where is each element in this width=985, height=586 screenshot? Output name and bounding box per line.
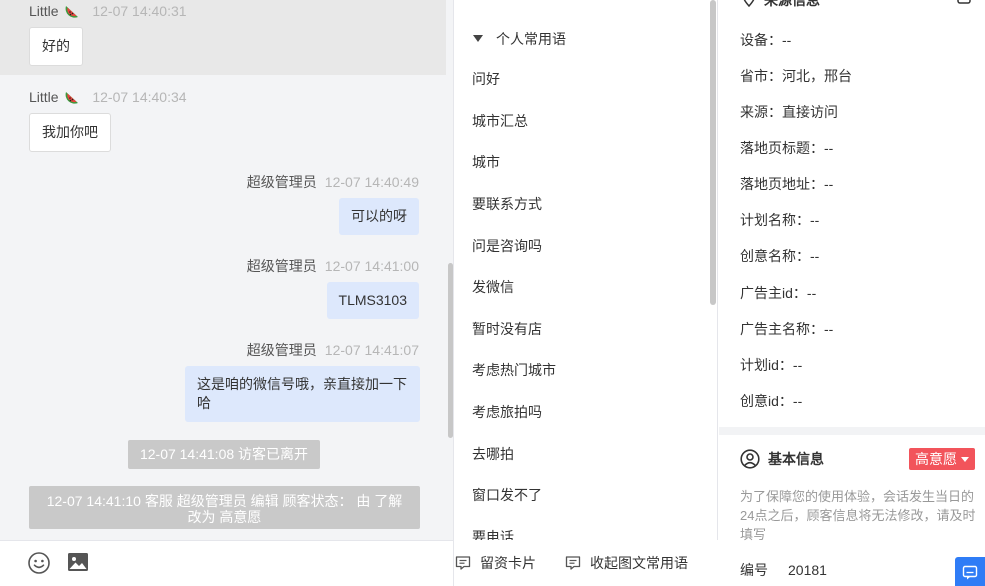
collapse-phrases-button[interactable]: 收起图文常用语 xyxy=(565,554,688,572)
phrase-item[interactable]: 去哪拍 xyxy=(472,445,514,463)
edit-icon[interactable] xyxy=(957,0,971,4)
info-row-device: 设备：-- xyxy=(740,32,792,48)
agent-message-bubble: TLMS3103 xyxy=(326,282,419,319)
phrase-item[interactable]: 考虑热门城市 xyxy=(472,361,556,379)
phrases-scrollbar-thumb[interactable] xyxy=(710,0,716,305)
chat-toolbar xyxy=(0,540,453,586)
chat-panel: Little 12-07 14:40:31 好的 Little 12-07 14… xyxy=(0,0,454,586)
info-row-plan-id: 计划id：-- xyxy=(740,357,803,373)
customer-info-panel: 来源信息 设备：-- 省市：河北，邢台 来源：直接访问 落地页标题：-- 落地页… xyxy=(719,0,985,586)
system-message: 12-07 14:41:10 客服 超级管理员 编辑 顾客状态： 由 了解改为 … xyxy=(29,486,420,529)
message-meta: 超级管理员 12-07 14:40:49 xyxy=(247,174,419,190)
visitor-message-bubble: 我加你吧 xyxy=(29,113,111,152)
phrase-item[interactable]: 城市 xyxy=(472,153,500,171)
info-row-creative-name: 创意名称：-- xyxy=(740,248,820,264)
caret-down-icon xyxy=(961,457,969,462)
phrase-item[interactable]: 要电话 xyxy=(472,528,514,540)
info-row-region: 省市：河北，邢台 xyxy=(740,68,852,84)
intent-status-dropdown[interactable]: 高意愿 xyxy=(909,448,975,470)
sender-name: 超级管理员 xyxy=(246,342,317,358)
sender-name: 超级管理员 xyxy=(246,258,317,274)
quick-phrases-panel: 个人常用语 问好 城市汇总 城市 要联系方式 问是咨询吗 发微信 暂时没有店 考… xyxy=(455,0,718,540)
emoji-icon[interactable] xyxy=(27,551,51,575)
message-meta: 超级管理员 12-07 14:41:07 xyxy=(247,342,419,358)
sender-name: Little xyxy=(29,3,59,19)
agent-message-bubble: 可以的呀 xyxy=(339,198,419,235)
phrase-item[interactable]: 发微信 xyxy=(472,278,514,296)
message-card-icon xyxy=(455,556,471,570)
basic-info-header: 基本信息 xyxy=(740,449,824,469)
location-pin-icon xyxy=(743,0,755,8)
user-icon xyxy=(740,449,760,469)
chat-scrollbar-thumb[interactable] xyxy=(448,263,453,438)
lead-card-button[interactable]: 留资卡片 xyxy=(455,554,536,572)
collapse-phrases-label: 收起图文常用语 xyxy=(590,555,688,571)
message-card-icon xyxy=(565,556,581,570)
image-icon[interactable] xyxy=(66,550,90,574)
chat-bubble-icon xyxy=(962,565,978,580)
info-row-source: 来源：直接访问 xyxy=(740,104,838,120)
message-time: 12-07 14:41:00 xyxy=(324,258,419,274)
edit-notice: 为了保障您的使用体验，会话发生当日的24点之后，顾客信息将无法修改，请及时填写 xyxy=(740,489,976,542)
floating-chat-button[interactable] xyxy=(955,557,985,586)
customer-id-row: 编号 20181 xyxy=(740,561,827,579)
agent-message-bubble: 这是咱的微信号哦，亲直接加一下哈 xyxy=(185,366,420,422)
watermelon-icon xyxy=(66,92,79,104)
customer-id-label: 编号 xyxy=(740,562,768,578)
intent-status-label: 高意愿 xyxy=(915,451,957,467)
caret-down-icon xyxy=(473,35,483,42)
phrase-group-header[interactable]: 个人常用语 xyxy=(473,30,566,48)
phrase-item[interactable]: 要联系方式 xyxy=(472,195,542,213)
phrase-item[interactable]: 窗口发不了 xyxy=(472,486,542,504)
section-divider xyxy=(719,427,985,435)
message-time: 12-07 14:40:31 xyxy=(92,3,187,19)
sender-name: 超级管理员 xyxy=(246,174,317,190)
phrase-item[interactable]: 问好 xyxy=(472,70,500,88)
customer-id-value: 20181 xyxy=(788,562,827,578)
message-meta: Little 12-07 14:40:34 xyxy=(29,89,187,105)
info-row-landing-url: 落地页地址：-- xyxy=(740,176,834,192)
message-time: 12-07 14:41:07 xyxy=(324,342,419,358)
lead-card-label: 留资卡片 xyxy=(480,555,536,571)
system-message: 12-07 14:41:08 访客已离开 xyxy=(128,440,320,469)
watermelon-icon xyxy=(66,6,79,18)
phrase-group-title: 个人常用语 xyxy=(496,31,566,47)
message-time: 12-07 14:40:49 xyxy=(324,174,419,190)
info-row-advertiser-id: 广告主id：-- xyxy=(740,285,817,301)
basic-info-title: 基本信息 xyxy=(768,451,824,467)
source-info-title: 来源信息 xyxy=(764,0,820,8)
phrase-item[interactable]: 城市汇总 xyxy=(472,112,528,130)
visitor-message-bubble: 好的 xyxy=(29,27,83,66)
info-row-creative-id: 创意id：-- xyxy=(740,393,803,409)
sender-name: Little xyxy=(29,89,59,105)
source-info-header: 来源信息 xyxy=(741,0,820,10)
message-time: 12-07 14:40:34 xyxy=(92,89,187,105)
info-row-plan-name: 计划名称：-- xyxy=(740,212,820,228)
phrase-item[interactable]: 暂时没有店 xyxy=(472,320,542,338)
message-meta: Little 12-07 14:40:31 xyxy=(29,3,187,19)
phrase-item[interactable]: 问是咨询吗 xyxy=(472,237,542,255)
info-row-advertiser-name: 广告主名称：-- xyxy=(740,321,834,337)
phrase-item[interactable]: 考虑旅拍吗 xyxy=(472,403,542,421)
message-meta: 超级管理员 12-07 14:41:00 xyxy=(247,258,419,274)
info-row-landing-title: 落地页标题：-- xyxy=(740,140,834,156)
